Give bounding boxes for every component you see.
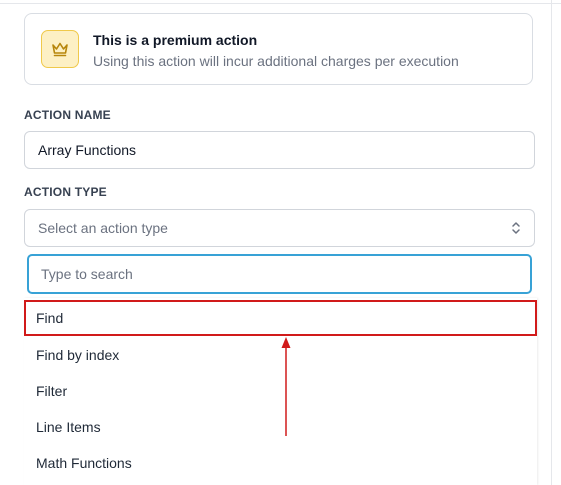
type-to-search-input[interactable]: Type to search [27,254,532,294]
top-divider [0,0,561,4]
right-divider [551,0,552,485]
action-name-label: ACTION NAME [24,108,111,122]
search-placeholder: Type to search [41,266,133,282]
crown-icon [41,30,79,68]
action-type-select[interactable]: Select an action type [24,209,535,247]
action-config-panel: This is a premium action Using this acti… [0,0,561,485]
option-find[interactable]: Find [24,300,537,336]
action-name-input[interactable]: Array Functions [24,131,535,169]
option-math-functions[interactable]: Math Functions [24,445,537,481]
premium-title: This is a premium action [93,32,258,48]
action-type-placeholder: Select an action type [38,220,168,236]
annotation-arrow [281,337,291,436]
premium-notice-card: This is a premium action Using this acti… [24,13,533,85]
premium-subtitle: Using this action will incur additional … [93,53,459,69]
chevron-up-down-icon [512,222,520,234]
action-type-label: ACTION TYPE [24,185,107,199]
